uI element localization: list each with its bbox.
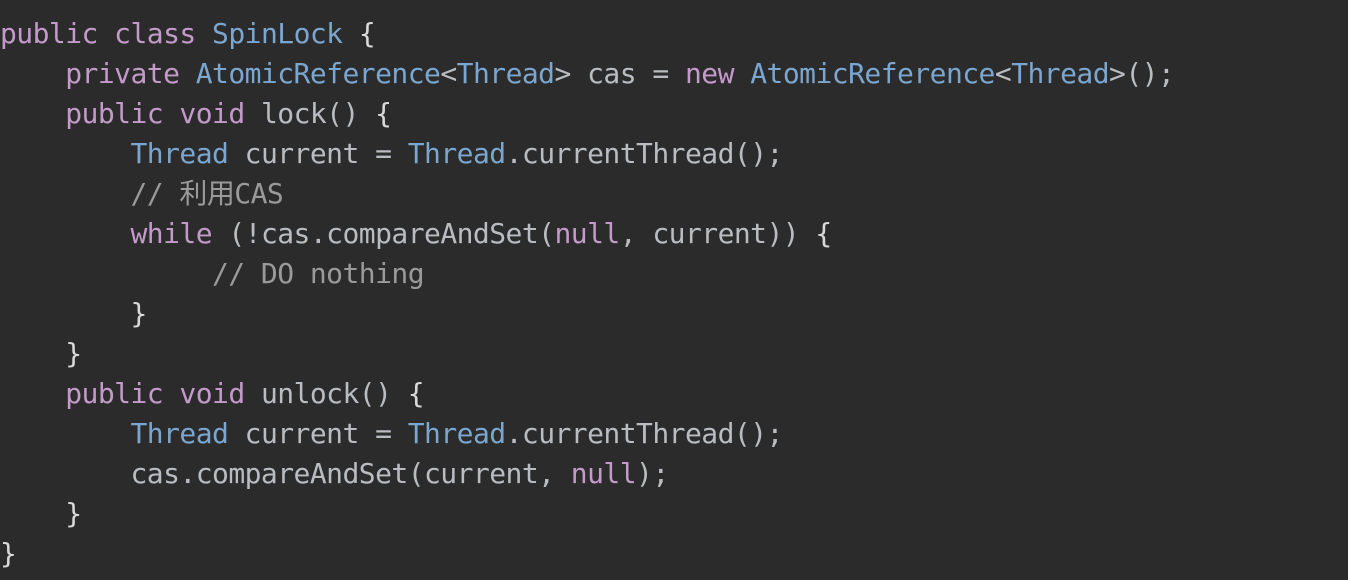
code-token-brace: } [130,297,147,330]
code-token-brace: { [375,97,392,130]
code-token-plain: .currentThread(); [505,417,784,450]
code-line: Thread current = Thread.currentThread(); [0,134,1348,174]
code-line: cas.compareAndSet(current, null); [0,454,1348,494]
code-token-keyword: new [685,57,734,90]
code-line: Thread current = Thread.currentThread(); [0,414,1348,454]
code-token-keyword: class [114,17,196,50]
code-token-plain: lock() [260,97,359,130]
code-token-type: Thread [407,417,506,450]
code-token-keyword: void [179,377,245,410]
code-token-plain: (!cas.compareAndSet( [212,217,555,250]
code-token-type: Thread [1011,57,1110,90]
code-line: public void lock() { [0,94,1348,134]
code-token-keyword: void [179,97,245,130]
code-line: public class SpinLock { [0,14,1348,54]
code-token-type: AtomicReference [195,57,441,90]
code-token-plain: cas.compareAndSet(current, [130,457,571,490]
code-token-comment: // DO nothing [212,257,425,290]
code-token-plain: = [636,57,685,90]
code-token-type: Thread [456,57,555,90]
code-token-keyword: private [65,57,180,90]
code-token-keyword: null [570,457,637,490]
code-block[interactable]: public class SpinLock { private AtomicRe… [0,0,1348,574]
code-token-plain: < [440,57,457,90]
code-token-plain: current = [228,417,408,450]
code-line: public void unlock() { [0,374,1348,414]
code-editor[interactable]: public class SpinLock { private AtomicRe… [0,0,1348,580]
code-line: } [0,534,1348,574]
code-token-type: Thread [130,137,229,170]
code-token-plain: current = [228,137,408,170]
code-token-keyword: public [65,377,164,410]
code-token-brace: } [65,337,82,370]
code-token-plain: unlock() [260,377,392,410]
code-token-plain: > [1109,57,1126,90]
code-line: private AtomicReference<Thread> cas = ne… [0,54,1348,94]
code-token-plain: .currentThread(); [505,137,784,170]
code-token-type: Thread [130,417,229,450]
code-token-brace: } [65,497,82,530]
code-line: } [0,294,1348,334]
code-token-plain: ); [636,457,669,490]
code-token-plain: , current)) [619,217,816,250]
code-line: } [0,334,1348,374]
code-token-brace: { [407,377,425,410]
code-token-type: AtomicReference [750,57,995,90]
code-line: // DO nothing [0,254,1348,294]
code-token-brace: } [0,537,17,570]
code-token-plain: cas [587,57,637,90]
code-token-comment: // 利用CAS [130,177,284,210]
code-token-keyword: while [130,217,213,250]
code-token-type: SpinLock [212,17,343,50]
code-token-plain: (); [1125,57,1175,90]
code-token-keyword: null [554,217,620,250]
code-token-keyword: public [0,17,98,50]
code-line: // 利用CAS [0,174,1348,214]
code-line: } [0,494,1348,534]
code-token-brace: { [358,17,376,50]
code-token-type: Thread [407,137,506,170]
code-line: while (!cas.compareAndSet(null, current)… [0,214,1348,254]
code-token-keyword: public [65,97,164,130]
code-token-plain: < [994,57,1012,90]
code-token-plain: > [554,57,588,90]
code-token-brace: { [815,217,832,250]
